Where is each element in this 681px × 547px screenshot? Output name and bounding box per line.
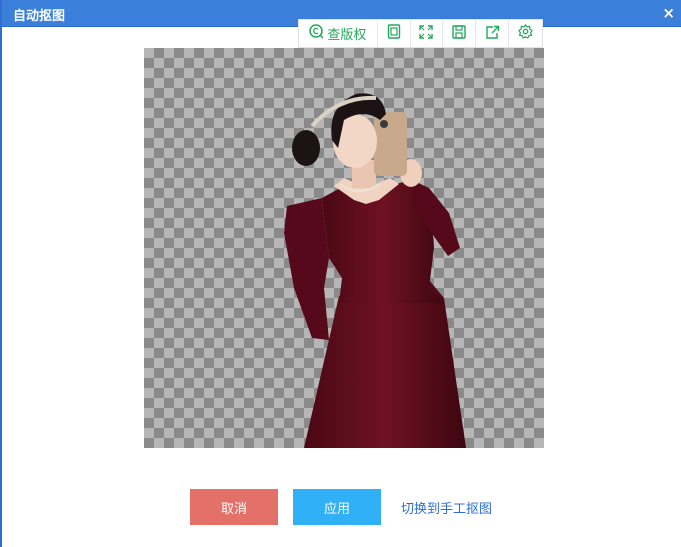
cutout-image: [284, 93, 466, 448]
copyright-check-button[interactable]: 查版权: [299, 20, 378, 47]
settings-button[interactable]: [509, 20, 542, 47]
cutout-preview: [144, 48, 544, 448]
share-icon: [485, 24, 500, 43]
copy-button[interactable]: [378, 20, 411, 47]
copy-icon: [387, 24, 401, 43]
copyright-search-icon: [309, 24, 324, 43]
copyright-check-label: 查版权: [327, 28, 367, 43]
settings-icon: [518, 24, 533, 43]
cancel-button[interactable]: 取消: [190, 489, 278, 525]
fullscreen-button[interactable]: [411, 20, 444, 47]
apply-button[interactable]: 应用: [293, 489, 381, 525]
share-button[interactable]: [476, 20, 510, 47]
close-icon[interactable]: ×: [662, 4, 675, 22]
save-icon: [452, 24, 467, 43]
dialog-title: 自动抠图: [13, 9, 66, 24]
save-button[interactable]: [443, 20, 477, 47]
image-toolbar: 查版权: [298, 19, 543, 48]
switch-to-manual-link[interactable]: 切换到手工抠图: [401, 498, 492, 517]
auto-cutout-dialog: 自动抠图 × 查版权 取消 应用 切换到手工抠图: [0, 0, 681, 547]
fullscreen-icon: [419, 24, 434, 43]
